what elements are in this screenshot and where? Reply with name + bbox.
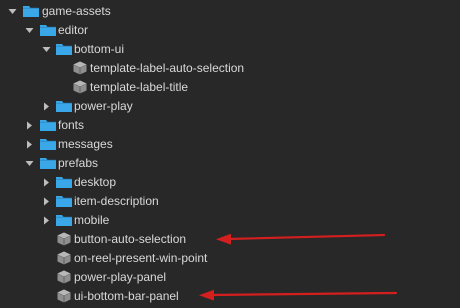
tree-item-prefabs[interactable]: prefabs	[0, 154, 460, 173]
tree-item-desktop[interactable]: desktop	[0, 173, 460, 192]
tree-item-bottom-ui[interactable]: bottom-ui	[0, 40, 460, 59]
tree-item-label: game-assets	[42, 4, 111, 18]
prefab-cube-icon	[71, 60, 89, 76]
tree-item-label: bottom-ui	[74, 42, 125, 56]
tree-item-label: desktop	[74, 175, 117, 189]
chevron-down-icon[interactable]	[25, 159, 34, 168]
tree-item-label: ui-bottom-bar-panel	[74, 289, 179, 303]
tree-item-on-reel-present-win-point[interactable]: on-reel-present-win-point	[0, 249, 460, 268]
tree-item-label: power-play-panel	[74, 270, 167, 284]
tree-item-item-description[interactable]: item-description	[0, 192, 460, 211]
prefab-cube-icon	[55, 231, 73, 247]
tree-item-editor[interactable]: editor	[0, 21, 460, 40]
tree-item-messages[interactable]: messages	[0, 135, 460, 154]
chevron-right-icon[interactable]	[42, 178, 51, 187]
tree-item-game-assets[interactable]: game-assets	[0, 2, 460, 21]
folder-icon	[55, 193, 73, 209]
tree-item-power-play[interactable]: power-play	[0, 97, 460, 116]
tree-item-label: template-label-auto-selection	[90, 61, 245, 75]
prefab-cube-icon	[55, 250, 73, 266]
tree-item-label: mobile	[74, 213, 110, 227]
prefab-cube-icon	[71, 79, 89, 95]
tree-item-fonts[interactable]: fonts	[0, 116, 460, 135]
asset-tree: game-assets editor bottom-ui template-la…	[0, 0, 460, 308]
folder-icon	[22, 3, 40, 19]
prefab-cube-icon	[55, 288, 73, 304]
folder-icon	[39, 155, 57, 171]
chevron-right-icon[interactable]	[25, 121, 34, 130]
chevron-right-icon[interactable]	[42, 102, 51, 111]
folder-icon	[39, 117, 57, 133]
chevron-right-icon[interactable]	[42, 197, 51, 206]
chevron-right-icon[interactable]	[25, 140, 34, 149]
prefab-cube-icon	[55, 269, 73, 285]
tree-item-label: prefabs	[58, 156, 99, 170]
tree-item-ui-bottom-bar-panel[interactable]: ui-bottom-bar-panel	[0, 287, 460, 306]
chevron-down-icon[interactable]	[25, 26, 34, 35]
tree-item-label: messages	[58, 137, 113, 151]
tree-item-label: editor	[58, 23, 89, 37]
tree-item-button-auto-selection[interactable]: button-auto-selection	[0, 230, 460, 249]
folder-icon	[55, 212, 73, 228]
tree-item-template-label-title[interactable]: template-label-title	[0, 78, 460, 97]
chevron-right-icon[interactable]	[42, 216, 51, 225]
tree-item-template-label-auto-selection[interactable]: template-label-auto-selection	[0, 59, 460, 78]
folder-icon	[39, 22, 57, 38]
tree-item-label: fonts	[58, 118, 85, 132]
chevron-down-icon[interactable]	[42, 45, 51, 54]
tree-item-power-play-panel[interactable]: power-play-panel	[0, 268, 460, 287]
tree-item-mobile[interactable]: mobile	[0, 211, 460, 230]
chevron-down-icon[interactable]	[8, 7, 17, 16]
folder-icon	[55, 174, 73, 190]
tree-item-label: template-label-title	[90, 80, 189, 94]
tree-item-label: power-play	[74, 99, 133, 113]
folder-icon	[39, 136, 57, 152]
tree-item-label: on-reel-present-win-point	[74, 251, 208, 265]
tree-item-label: item-description	[74, 194, 159, 208]
folder-icon	[55, 98, 73, 114]
tree-item-label: button-auto-selection	[74, 232, 187, 246]
folder-icon	[55, 41, 73, 57]
